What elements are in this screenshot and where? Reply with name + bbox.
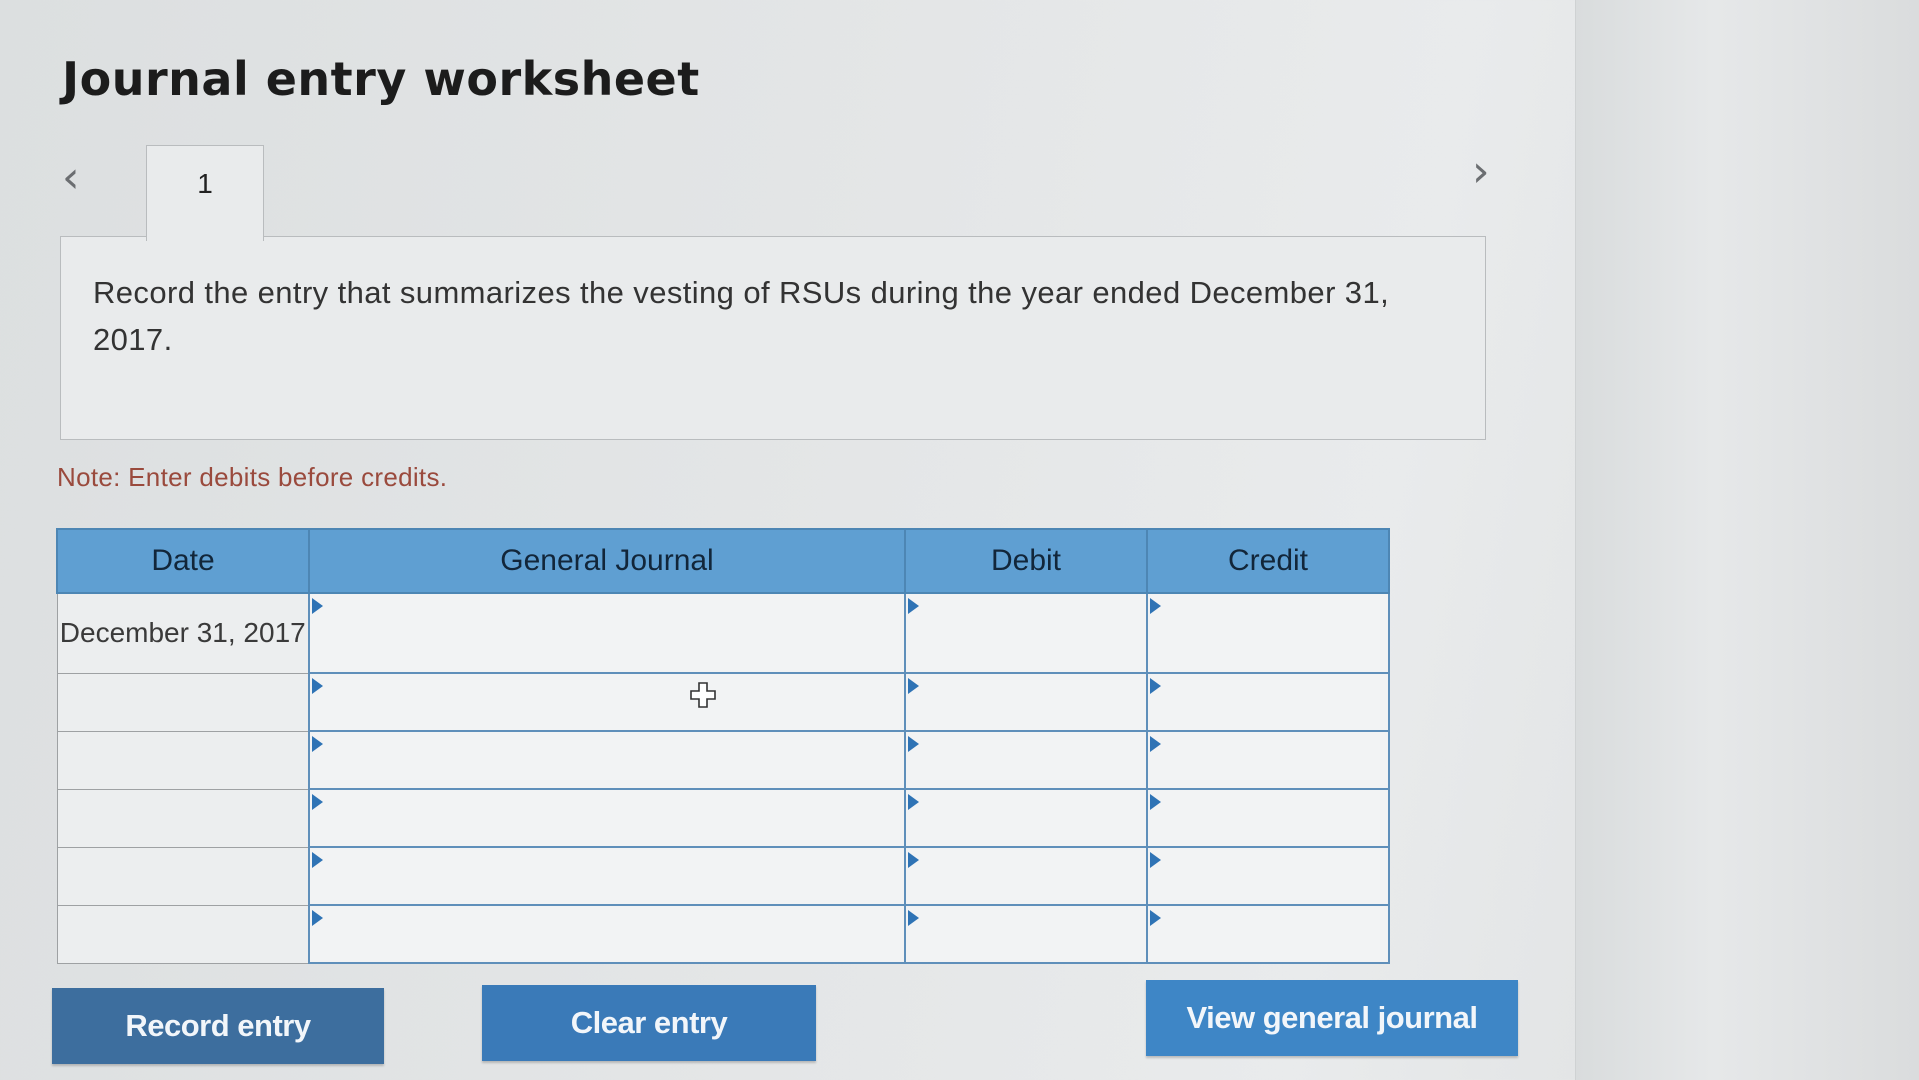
account-input-cell[interactable]	[308, 904, 906, 964]
page-title: Journal entry worksheet	[62, 52, 700, 106]
cell-marker-icon	[312, 794, 323, 810]
tab-1[interactable]: 1	[146, 145, 264, 241]
general-journal-column-header: General Journal	[308, 528, 906, 594]
credit-column-header: Credit	[1146, 528, 1390, 594]
table-row	[56, 904, 1390, 964]
account-input-cell[interactable]	[308, 788, 906, 848]
table-row	[56, 730, 1390, 790]
date-cell	[56, 730, 310, 790]
debit-input-cell[interactable]	[904, 730, 1148, 790]
instruction-panel: Record the entry that summarizes the ves…	[60, 236, 1486, 440]
cell-marker-icon	[908, 910, 919, 926]
date-cell: December 31, 2017	[56, 592, 310, 674]
cell-marker-icon	[1150, 794, 1161, 810]
cell-marker-icon	[1150, 678, 1161, 694]
account-input-cell[interactable]	[308, 672, 906, 732]
date-cell	[56, 904, 310, 964]
cell-marker-icon	[1150, 598, 1161, 614]
cell-marker-icon	[1150, 852, 1161, 868]
credit-input-cell[interactable]	[1146, 672, 1390, 732]
account-input-cell[interactable]	[308, 730, 906, 790]
table-row	[56, 672, 1390, 732]
cell-marker-icon	[908, 852, 919, 868]
cell-marker-icon	[312, 852, 323, 868]
chevron-right-icon[interactable]: ›	[1472, 150, 1490, 194]
account-input-cell[interactable]	[308, 846, 906, 906]
journal-table-body: December 31, 2017	[56, 592, 1390, 964]
debit-input-cell[interactable]	[904, 672, 1148, 732]
journal-entry-table: Date General Journal Debit Credit Decemb…	[56, 528, 1390, 964]
date-cell	[56, 846, 310, 906]
instruction-text: Record the entry that summarizes the ves…	[93, 275, 1390, 357]
chevron-left-icon[interactable]: ‹	[62, 156, 80, 200]
cell-marker-icon	[908, 736, 919, 752]
cell-marker-icon	[908, 598, 919, 614]
cell-marker-icon	[312, 678, 323, 694]
cell-marker-icon	[1150, 736, 1161, 752]
debit-input-cell[interactable]	[904, 904, 1148, 964]
credit-input-cell[interactable]	[1146, 592, 1390, 674]
account-input-cell[interactable]	[308, 592, 906, 674]
move-cursor-icon	[690, 682, 716, 708]
table-row	[56, 846, 1390, 906]
date-column-header: Date	[56, 528, 310, 594]
cell-marker-icon	[312, 598, 323, 614]
clear-entry-button[interactable]: Clear entry	[482, 985, 816, 1061]
view-general-journal-button[interactable]: View general journal	[1146, 980, 1518, 1056]
cell-marker-icon	[908, 678, 919, 694]
debit-input-cell[interactable]	[904, 846, 1148, 906]
cell-marker-icon	[312, 736, 323, 752]
debit-input-cell[interactable]	[904, 788, 1148, 848]
table-row	[56, 788, 1390, 848]
credit-input-cell[interactable]	[1146, 730, 1390, 790]
record-entry-button[interactable]: Record entry	[52, 988, 384, 1064]
cell-marker-icon	[908, 794, 919, 810]
debit-input-cell[interactable]	[904, 592, 1148, 674]
date-cell	[56, 672, 310, 732]
credit-input-cell[interactable]	[1146, 904, 1390, 964]
cell-marker-icon	[1150, 910, 1161, 926]
credit-input-cell[interactable]	[1146, 846, 1390, 906]
credit-input-cell[interactable]	[1146, 788, 1390, 848]
date-cell	[56, 788, 310, 848]
table-row: December 31, 2017	[56, 592, 1390, 674]
cell-marker-icon	[312, 910, 323, 926]
right-background-panel	[1575, 0, 1919, 1080]
debit-column-header: Debit	[904, 528, 1148, 594]
note-text: Note: Enter debits before credits.	[57, 462, 448, 492]
table-header-row: Date General Journal Debit Credit	[56, 528, 1390, 594]
